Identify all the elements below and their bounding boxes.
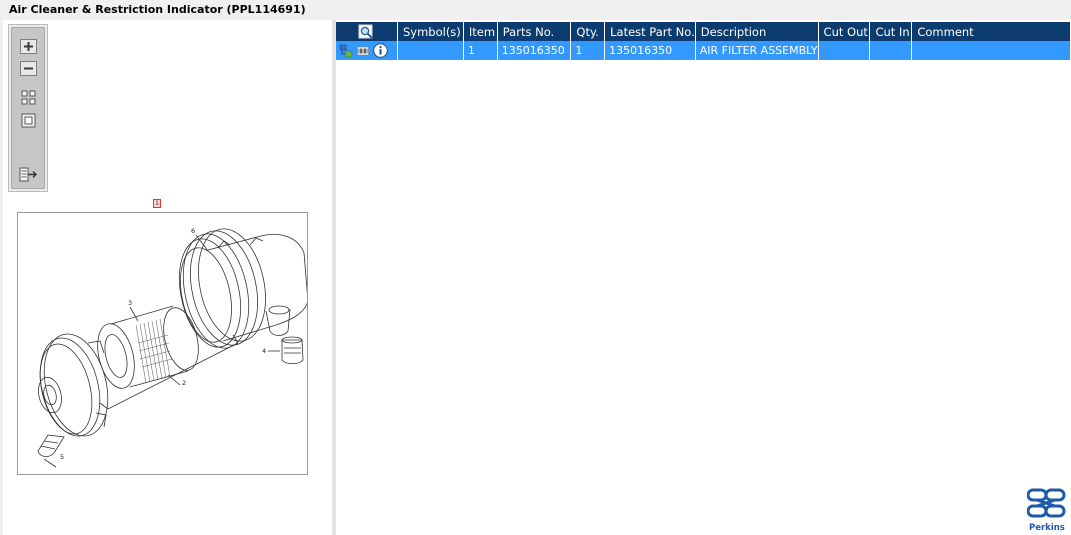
viewer-toolbar [8, 24, 48, 192]
leader-line-3 [129, 306, 139, 322]
column-header-comment[interactable]: Comment [911, 22, 1071, 41]
table-row[interactable]: 1 135016350 1 135016350 AIR FILTER ASSEM… [336, 41, 1071, 60]
cell-cut-in [869, 41, 913, 60]
column-header-latest-part-no[interactable]: Latest Part No. [604, 22, 696, 41]
callout-2[interactable]: 2 [182, 379, 186, 387]
viewer-toolbar-inner [11, 27, 45, 189]
zoom-out-button[interactable] [18, 60, 39, 77]
info-icon[interactable] [373, 43, 388, 58]
callout-6[interactable]: 6 [191, 227, 195, 235]
fit-all-button[interactable] [18, 89, 39, 106]
column-header-cut-in[interactable]: Cut In [869, 22, 913, 41]
cell-latest-part-no: 135016350 [604, 41, 696, 60]
restriction-indicator[interactable] [268, 336, 304, 365]
column-header-qty[interactable]: Qty. [570, 22, 606, 41]
callout-3[interactable]: 3 [128, 299, 132, 307]
fit-window-button[interactable] [18, 112, 39, 129]
column-header-parts-no[interactable]: Parts No. [497, 22, 572, 41]
column-header-search[interactable] [336, 22, 398, 41]
cell-qty: 1 [570, 41, 606, 60]
page-title: Air Cleaner & Restriction Indicator (PPL… [9, 3, 306, 16]
title-bar: Air Cleaner & Restriction Indicator (PPL… [0, 0, 1071, 20]
part-tree-icon[interactable] [339, 44, 353, 58]
perkins-logo: Perkins [1026, 486, 1071, 535]
column-header-cut-out[interactable]: Cut Out [818, 22, 871, 41]
cell-item: 1 [463, 41, 498, 60]
cell-cut-out [818, 41, 871, 60]
fit-window-icon [21, 113, 36, 128]
air-cleaner-cover[interactable] [31, 327, 118, 442]
cell-description: AIR FILTER ASSEMBLY [695, 41, 819, 60]
row-icons-cell [336, 41, 398, 60]
parts-list-panel: Symbol(s) Item Parts No. Qty. Latest Par… [336, 20, 1071, 535]
column-header-description[interactable]: Description [695, 22, 819, 41]
callout-4[interactable]: 4 [262, 347, 266, 355]
magnify-search-icon[interactable] [358, 24, 374, 40]
barcode-icon[interactable] [357, 45, 369, 57]
perkins-logo-mark [1026, 488, 1066, 518]
callout-1-highlight[interactable]: 1 [153, 199, 161, 208]
exploded-view-drawing[interactable]: 6 3 4 2 5 [17, 212, 308, 475]
column-header-symbols[interactable]: Symbol(s) [397, 22, 464, 41]
app-window: Air Cleaner & Restriction Indicator (PPL… [0, 0, 1071, 535]
export-button[interactable] [18, 166, 39, 183]
zoom-in-button[interactable] [18, 38, 39, 55]
callout-5[interactable]: 5 [60, 453, 64, 461]
table-header-row: Symbol(s) Item Parts No. Qty. Latest Par… [336, 22, 1071, 41]
perkins-logo-text: Perkins [1029, 523, 1065, 533]
dust-valve[interactable] [37, 434, 65, 468]
cell-symbols [397, 41, 464, 60]
cell-comment [911, 41, 1071, 60]
parts-table: Symbol(s) Item Parts No. Qty. Latest Par… [336, 22, 1071, 60]
illustration-panel[interactable]: 1 6 3 4 2 5 [3, 20, 332, 535]
column-header-item[interactable]: Item [463, 22, 498, 41]
leader-line-2 [167, 374, 181, 386]
drawing-canvas: 6 3 4 2 5 [31, 223, 307, 468]
fit-all-icon [21, 90, 36, 105]
air-cleaner-housing[interactable] [170, 223, 307, 355]
export-icon [19, 167, 37, 182]
cell-parts-no: 135016350 [497, 41, 572, 60]
zoom-in-icon [20, 39, 37, 54]
zoom-out-icon [20, 61, 37, 76]
